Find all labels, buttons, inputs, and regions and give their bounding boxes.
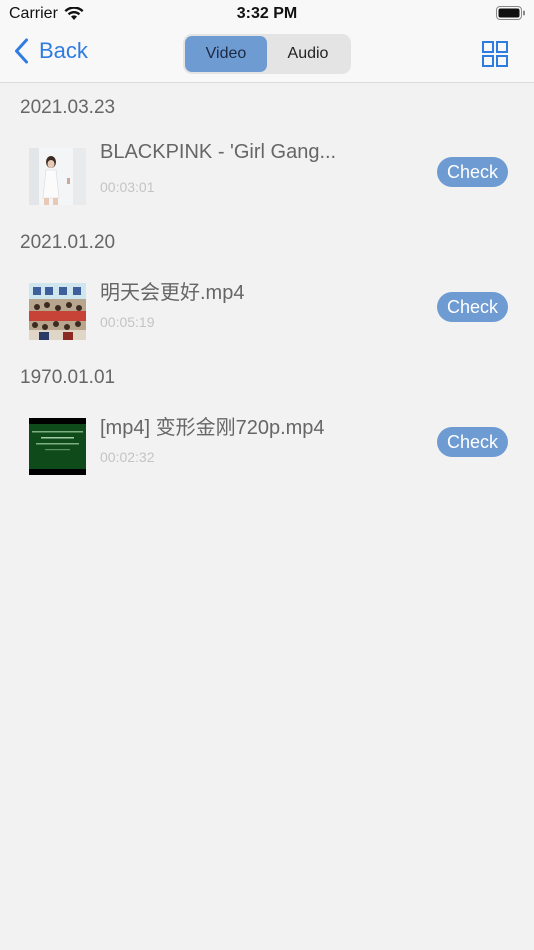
- segment-audio[interactable]: Audio: [267, 36, 349, 72]
- check-button[interactable]: Check: [437, 292, 508, 322]
- chevron-left-icon: [15, 38, 28, 64]
- media-type-segmented-control: Video Audio: [183, 34, 351, 74]
- video-list: 2021.03.23 BLACKPINK - 'Girl Gang... 00:…: [0, 83, 534, 488]
- battery-icon: [496, 6, 525, 20]
- video-thumbnail: [29, 418, 86, 475]
- grid-icon[interactable]: [482, 41, 508, 67]
- section-date-header: 2021.01.20: [20, 232, 116, 253]
- video-thumbnail: [29, 283, 86, 340]
- check-button[interactable]: Check: [437, 157, 508, 187]
- item-title: BLACKPINK - 'Girl Gang...: [100, 141, 337, 163]
- back-button[interactable]: Back: [14, 38, 88, 64]
- status-bar: Carrier 3:32 PM: [0, 0, 534, 28]
- status-time: 3:32 PM: [236, 5, 298, 22]
- segment-video[interactable]: Video: [185, 36, 267, 72]
- item-title: 明天会更好.mp4: [100, 282, 245, 304]
- item-duration: 00:03:01: [100, 179, 155, 195]
- video-thumbnail: [29, 148, 86, 205]
- navigation-bar: Back Video Audio: [0, 28, 534, 83]
- check-button[interactable]: Check: [437, 427, 508, 457]
- section-date-header: 1970.01.01: [20, 367, 116, 388]
- back-label: Back: [39, 38, 88, 63]
- list-item[interactable]: [mp4] 变形金刚720p.mp4 00:02:32 Check: [0, 403, 534, 488]
- item-duration: 00:02:32: [100, 449, 155, 465]
- item-title: [mp4] 变形金刚720p.mp4: [100, 417, 325, 439]
- item-duration: 00:05:19: [100, 314, 155, 330]
- list-item[interactable]: 明天会更好.mp4 00:05:19 Check: [0, 268, 534, 353]
- section-date-header: 2021.03.23: [20, 97, 116, 118]
- list-item[interactable]: BLACKPINK - 'Girl Gang... 00:03:01 Check: [0, 133, 534, 218]
